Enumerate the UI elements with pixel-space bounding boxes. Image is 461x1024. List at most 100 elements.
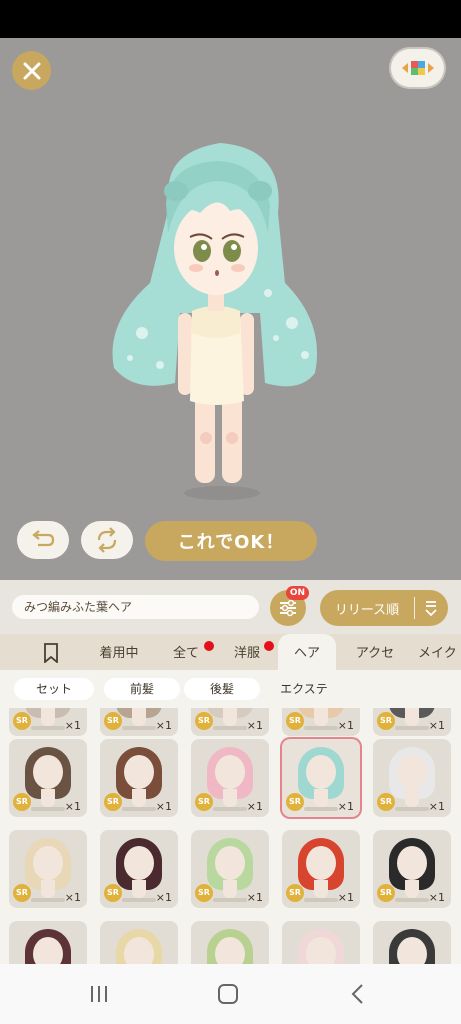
mannequin-head: [215, 846, 245, 880]
mannequin-base: [31, 726, 65, 730]
subtab-set[interactable]: セット: [14, 678, 94, 700]
close-icon: [23, 62, 40, 79]
hair-item-card[interactable]: SR ×1: [191, 739, 269, 817]
mannequin-head: [33, 755, 63, 789]
rarity-badge: SR: [195, 884, 213, 902]
bookmark-icon: [44, 643, 58, 664]
subtab-back-hair[interactable]: 後髪: [184, 678, 260, 700]
recent-apps-icon: [91, 986, 107, 1002]
rarity-badge: SR: [377, 712, 395, 730]
palette-icon: [401, 61, 434, 75]
home-icon: [218, 984, 238, 1004]
hair-item-card[interactable]: [191, 921, 269, 964]
hair-item-card[interactable]: SR ×1: [191, 708, 269, 736]
mannequin-base: [122, 807, 156, 811]
rarity-badge: SR: [13, 884, 31, 902]
mannequin-base: [31, 807, 65, 811]
item-quantity: ×1: [155, 719, 172, 732]
item-quantity: ×1: [155, 891, 172, 904]
rarity-badge: SR: [286, 793, 304, 811]
item-quantity: ×1: [428, 891, 445, 904]
rarity-badge: SR: [286, 712, 304, 730]
back-button[interactable]: [338, 978, 378, 1010]
hair-item-card[interactable]: [373, 921, 451, 964]
mannequin-base: [304, 726, 338, 730]
hair-item-card[interactable]: [9, 921, 87, 964]
rarity-badge: SR: [195, 793, 213, 811]
sort-label: リリース順: [334, 602, 400, 618]
mannequin-base: [213, 807, 247, 811]
item-quantity: ×1: [64, 800, 81, 813]
reset-button[interactable]: [81, 521, 133, 559]
rarity-badge: SR: [195, 712, 213, 730]
hair-item-card[interactable]: SR ×1: [100, 708, 178, 736]
undo-icon: [32, 530, 55, 547]
subtab-extensions[interactable]: エクステ: [266, 678, 342, 700]
tab-all[interactable]: 全て: [160, 634, 212, 670]
tab-clothes[interactable]: 洋服: [222, 634, 272, 670]
hair-item-card[interactable]: SR ×1: [373, 830, 451, 908]
mannequin-head: [33, 846, 63, 880]
tab-bookmark[interactable]: [30, 634, 72, 670]
hair-item-card[interactable]: SR ×1: [282, 708, 360, 736]
mannequin-neck: [405, 789, 419, 807]
recent-apps-button[interactable]: [79, 978, 119, 1010]
rarity-badge: SR: [13, 712, 31, 730]
mannequin-base: [213, 726, 247, 730]
mannequin-base: [395, 726, 429, 730]
mannequin-head: [306, 937, 336, 964]
mannequin-neck: [223, 708, 237, 726]
hair-item-card[interactable]: SR ×1: [9, 708, 87, 736]
close-button[interactable]: [12, 51, 51, 90]
hair-item-card[interactable]: SR ×1: [282, 739, 360, 817]
sort-order-icon[interactable]: [415, 599, 447, 617]
color-palette-button[interactable]: [391, 49, 444, 87]
item-quantity: ×1: [246, 891, 263, 904]
status-bar: [0, 0, 461, 38]
hair-item-card[interactable]: SR ×1: [373, 739, 451, 817]
sort-button[interactable]: リリース順: [320, 590, 448, 626]
hair-item-card[interactable]: SR ×1: [9, 739, 87, 817]
mannequin-head: [215, 755, 245, 789]
item-toolbar: みつ編みふた葉ヘア ON リリース順: [0, 580, 461, 634]
item-quantity: ×1: [337, 891, 354, 904]
mannequin-head: [124, 755, 154, 789]
hair-item-card[interactable]: SR ×1: [282, 830, 360, 908]
back-icon: [351, 984, 363, 1004]
tab-makeup[interactable]: メイク: [418, 634, 461, 670]
mannequin-neck: [405, 708, 419, 726]
refresh-icon: [97, 527, 117, 553]
subtab-front-hair[interactable]: 前髪: [104, 678, 180, 700]
item-quantity: ×1: [337, 719, 354, 732]
undo-button[interactable]: [17, 521, 69, 559]
mannequin-neck: [405, 880, 419, 898]
hair-item-card[interactable]: SR ×1: [373, 708, 451, 736]
mannequin-head: [215, 937, 245, 964]
hair-item-card[interactable]: SR ×1: [191, 830, 269, 908]
mannequin-neck: [41, 708, 55, 726]
mannequin-base: [122, 898, 156, 902]
home-button[interactable]: [208, 978, 248, 1010]
tab-wearing[interactable]: 着用中: [84, 634, 154, 670]
mannequin-base: [122, 726, 156, 730]
tab-hair[interactable]: ヘア: [278, 634, 336, 670]
hair-item-card[interactable]: SR ×1: [9, 830, 87, 908]
mannequin-neck: [223, 789, 237, 807]
mannequin-neck: [41, 789, 55, 807]
tab-accessories[interactable]: アクセ: [344, 634, 406, 670]
mannequin-base: [395, 807, 429, 811]
avatar-figure[interactable]: [100, 133, 340, 513]
hair-item-card[interactable]: [282, 921, 360, 964]
sort-divider: [414, 597, 415, 619]
rarity-badge: SR: [377, 793, 395, 811]
mannequin-head: [306, 755, 336, 789]
mannequin-base: [213, 898, 247, 902]
confirm-button[interactable]: これでOK！: [145, 521, 317, 561]
mannequin-base: [31, 898, 65, 902]
hair-item-card[interactable]: SR ×1: [100, 830, 178, 908]
hair-item-card[interactable]: SR ×1: [100, 739, 178, 817]
hair-item-card[interactable]: [100, 921, 178, 964]
mannequin-head: [397, 937, 427, 964]
item-quantity: ×1: [428, 719, 445, 732]
rarity-badge: SR: [104, 884, 122, 902]
